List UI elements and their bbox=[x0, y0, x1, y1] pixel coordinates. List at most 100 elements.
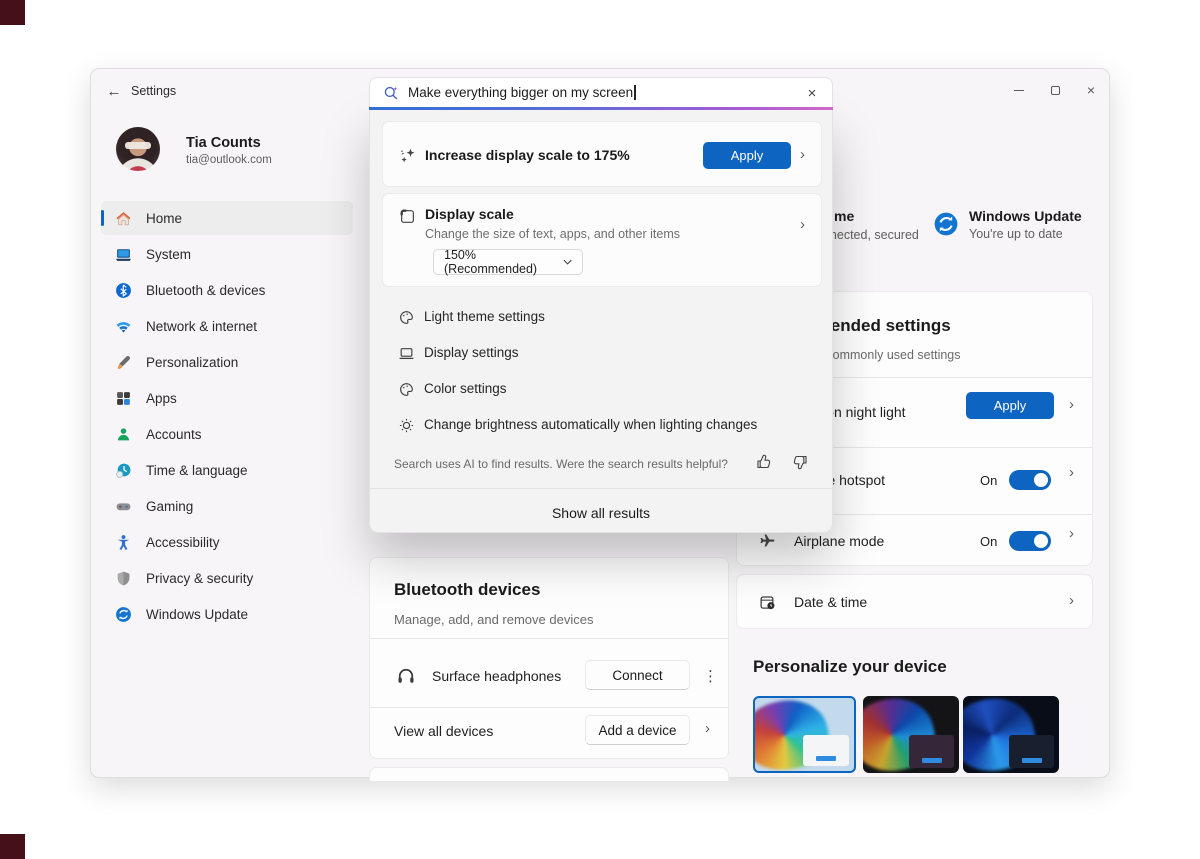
sidebar-item-label: Gaming bbox=[146, 499, 193, 514]
divider bbox=[370, 488, 832, 489]
chevron-right-icon: › bbox=[800, 146, 805, 163]
airplane-toggle[interactable] bbox=[1009, 531, 1051, 551]
airplane-icon bbox=[759, 532, 776, 549]
theme-thumbnail-blue[interactable] bbox=[963, 696, 1059, 773]
sidebar-item-accounts[interactable]: Accounts bbox=[101, 417, 353, 451]
chevron-right-icon: › bbox=[705, 720, 710, 737]
paintbrush-icon bbox=[115, 354, 132, 371]
palette-icon bbox=[398, 381, 415, 398]
sidebar-item-label: Bluetooth & devices bbox=[146, 283, 265, 298]
bluetooth-subtitle: Manage, add, and remove devices bbox=[394, 612, 593, 627]
more-options-icon[interactable]: ⋮ bbox=[703, 667, 718, 685]
result-link-label: Color settings bbox=[424, 381, 507, 396]
scale-dropdown-value: 150% (Recommended) bbox=[444, 248, 563, 276]
date-time-row[interactable]: Date & time › bbox=[736, 574, 1093, 629]
scale-apply-button[interactable]: Apply bbox=[703, 142, 791, 169]
sidebar-item-system[interactable]: System bbox=[101, 237, 353, 271]
sidebar-item-time-language[interactable]: Time & language bbox=[101, 453, 353, 487]
partial-card bbox=[369, 767, 729, 781]
home-icon bbox=[115, 210, 132, 227]
sidebar-item-label: Windows Update bbox=[146, 607, 248, 622]
display-scale-title: Display scale bbox=[425, 206, 514, 222]
result-link-display-settings[interactable]: Display settings bbox=[382, 335, 822, 371]
search-query: Make everything bigger on my screen bbox=[408, 85, 636, 100]
ai-search-icon bbox=[383, 85, 399, 101]
suggested-action-label: Increase display scale to 175% bbox=[425, 147, 630, 163]
headphones-icon bbox=[396, 665, 416, 685]
frame-corner-bottom-left bbox=[0, 834, 25, 859]
night-light-apply-button[interactable]: Apply bbox=[966, 392, 1054, 419]
airplane-state: On bbox=[980, 534, 997, 549]
display-scale-subtitle: Change the size of text, apps, and other… bbox=[425, 227, 680, 241]
sidebar-item-label: Personalization bbox=[146, 355, 238, 370]
minimize-button[interactable] bbox=[1010, 81, 1028, 99]
scale-dropdown[interactable]: 150% (Recommended) bbox=[433, 249, 583, 275]
connect-button[interactable]: Connect bbox=[585, 660, 690, 690]
sidebar-item-label: Home bbox=[146, 211, 182, 226]
sidebar-item-label: Time & language bbox=[146, 463, 248, 478]
date-time-label: Date & time bbox=[794, 594, 867, 610]
sidebar-item-accessibility[interactable]: Accessibility bbox=[101, 525, 353, 559]
divider bbox=[370, 707, 728, 708]
result-link-color-settings[interactable]: Color settings bbox=[382, 371, 822, 407]
thumbs-up-icon[interactable] bbox=[755, 453, 773, 471]
search-results-panel: Increase display scale to 175% Apply › D… bbox=[369, 109, 833, 533]
wifi-icon bbox=[115, 318, 132, 335]
hotspot-toggle[interactable] bbox=[1009, 470, 1051, 490]
result-link-light-theme[interactable]: Light theme settings bbox=[382, 299, 822, 335]
suggested-action-card[interactable]: Increase display scale to 175% Apply › bbox=[382, 121, 822, 187]
avatar[interactable] bbox=[116, 127, 160, 171]
sidebar-item-bluetooth-devices[interactable]: Bluetooth & devices bbox=[101, 273, 353, 307]
sidebar-item-network-internet[interactable]: Network & internet bbox=[101, 309, 353, 343]
search-input[interactable]: Make everything bigger on my screen × bbox=[369, 77, 833, 107]
minimize-icon bbox=[1014, 90, 1024, 91]
result-link-label: Display settings bbox=[424, 345, 519, 360]
windows-update-status-sub: You're up to date bbox=[969, 227, 1063, 241]
maximize-button[interactable] bbox=[1046, 81, 1064, 99]
calendar-clock-icon bbox=[759, 594, 776, 611]
show-all-results-link[interactable]: Show all results bbox=[370, 505, 832, 521]
window-preview bbox=[803, 735, 850, 766]
theme-thumbnail-light[interactable] bbox=[753, 696, 856, 773]
close-button[interactable]: × bbox=[1082, 81, 1100, 99]
sidebar-item-privacy-security[interactable]: Privacy & security bbox=[101, 561, 353, 595]
sidebar-item-apps[interactable]: Apps bbox=[101, 381, 353, 415]
windows-update-status-title: Windows Update bbox=[969, 208, 1082, 224]
sidebar-item-label: Accessibility bbox=[146, 535, 220, 550]
sidebar-item-personalization[interactable]: Personalization bbox=[101, 345, 353, 379]
add-device-button[interactable]: Add a device bbox=[585, 715, 690, 745]
profile-name: Tia Counts bbox=[186, 135, 261, 151]
system-icon bbox=[115, 246, 132, 263]
back-button[interactable]: ← bbox=[103, 80, 125, 102]
sidebar-item-home[interactable]: Home bbox=[101, 201, 353, 235]
sidebar-item-windows-update[interactable]: Windows Update bbox=[101, 597, 353, 631]
clear-search-icon[interactable]: × bbox=[802, 83, 822, 103]
sync-icon bbox=[115, 606, 132, 623]
brightness-icon bbox=[398, 417, 415, 434]
result-link-auto-brightness[interactable]: Change brightness automatically when lig… bbox=[382, 407, 822, 443]
search-underline bbox=[369, 107, 833, 110]
profile-email: tia@outlook.com bbox=[186, 154, 272, 166]
sidebar-item-label: Accounts bbox=[146, 427, 202, 442]
accessibility-icon bbox=[115, 534, 132, 551]
laptop-icon bbox=[398, 345, 415, 362]
gamepad-icon bbox=[115, 498, 132, 515]
window-title: Settings bbox=[131, 84, 176, 98]
sidebar-nav: Home System Bluetooth & devices Network … bbox=[101, 201, 353, 633]
window-preview bbox=[1009, 735, 1054, 768]
chevron-right-icon: › bbox=[800, 216, 805, 233]
thumbs-down-icon[interactable] bbox=[791, 453, 809, 471]
settings-window: ← Settings × Tia Counts tia@outlook.com … bbox=[90, 68, 1110, 778]
maximize-icon bbox=[1051, 86, 1060, 95]
chevron-right-icon: › bbox=[1069, 525, 1074, 542]
display-scale-card[interactable]: Display scale Change the size of text, a… bbox=[382, 193, 822, 287]
person-icon bbox=[115, 426, 132, 443]
sidebar-item-gaming[interactable]: Gaming bbox=[101, 489, 353, 523]
sidebar-item-label: Apps bbox=[146, 391, 177, 406]
chevron-right-icon: › bbox=[1069, 464, 1074, 481]
theme-thumbnail-dark[interactable] bbox=[863, 696, 959, 773]
personalize-title: Personalize your device bbox=[753, 657, 947, 677]
airplane-mode-label: Airplane mode bbox=[794, 533, 884, 549]
caret-down-icon bbox=[563, 259, 572, 265]
chevron-right-icon: › bbox=[1069, 592, 1074, 609]
